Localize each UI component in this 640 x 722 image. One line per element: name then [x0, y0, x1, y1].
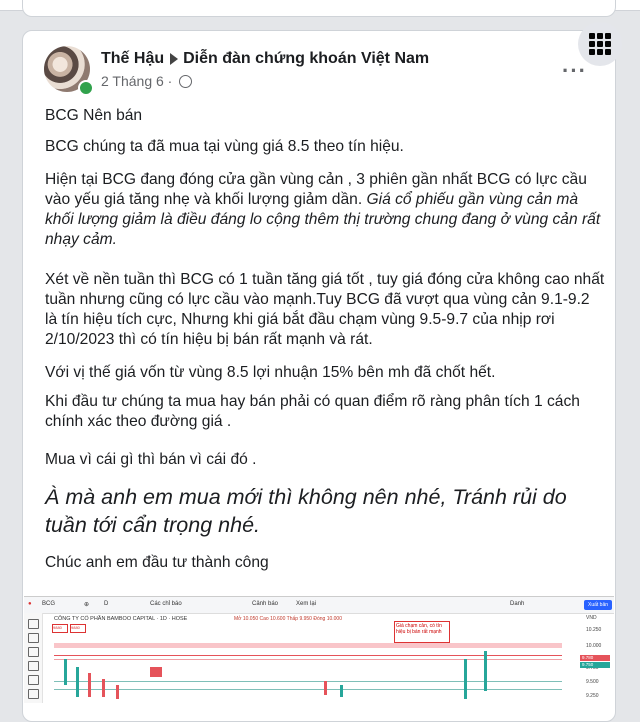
chart-replay: Xem lại — [296, 601, 317, 607]
post-date[interactable]: 2 Tháng 6 · — [101, 73, 172, 89]
post-paragraph: Xét về nền tuần thì BCG có 1 tuần tăng g… — [45, 271, 605, 348]
chart-interval: D — [104, 601, 109, 607]
chart-input: 9880 — [70, 624, 86, 633]
post-paragraph: BCG chúng ta đã mua tại vùng giá 8.5 the… — [45, 138, 404, 155]
chart-indicators: Các chỉ báo — [150, 601, 182, 607]
candle — [64, 659, 67, 685]
axis-tick: 9.250 — [586, 693, 599, 699]
chart-annotation: Giá chạm cản, có tín hiệu bị bán rất mạn… — [394, 621, 450, 643]
candle — [76, 667, 79, 697]
chart-inputs: 9880 9880 — [52, 624, 88, 634]
arrow-right-icon — [170, 52, 179, 65]
candle — [102, 679, 105, 697]
chart-ohlc: Mở 10.050 Cao 10.600 Thấp 9.950 Đóng 10.… — [234, 616, 342, 622]
candle — [324, 681, 327, 695]
candle — [484, 651, 487, 691]
post-paragraph-large: À mà anh em mua mới thì không nên nhé, T… — [45, 485, 567, 537]
more-options-icon[interactable]: ··· — [562, 58, 587, 84]
chart-layout: Danh — [510, 601, 525, 607]
axis-unit: VND — [586, 615, 597, 621]
candle — [340, 685, 343, 697]
candle — [88, 673, 91, 697]
post-paragraph: Khi đầu tư chúng ta mua hay bán phải có … — [45, 393, 580, 430]
price-tag-red: 9.780 — [580, 655, 610, 661]
price-tag-green: 9.750 — [580, 662, 610, 668]
post-header: Thế Hậu Diễn đàn chứng khoán Việt Nam — [101, 50, 429, 68]
post-paragraph: Với vị thế giá vốn từ vùng 8.5 lợi nhuận… — [45, 364, 496, 381]
post-paragraph: Chúc anh em đầu tư thành công — [45, 554, 269, 571]
post-paragraph: BCG Nên bán — [45, 107, 143, 124]
grid-icon — [589, 33, 611, 55]
chart-title: CÔNG TY CỔ PHẦN BAMBOO CAPITAL · 1D · HO… — [54, 616, 188, 622]
chart-input: 9880 — [52, 624, 68, 633]
candle — [464, 659, 467, 699]
chart-drawing-tools — [24, 613, 43, 703]
publish-button: Xuất bản — [584, 600, 612, 610]
attached-chart-image[interactable]: ● BCG ⊕ D Các chỉ báo Cảnh báo Xem lại D… — [24, 596, 614, 703]
post-paragraph: Hiện tại BCG đang đóng cửa gần vùng cản … — [45, 170, 605, 250]
group-name[interactable]: Diễn đàn chứng khoán Việt Nam — [183, 50, 429, 67]
post-paragraph: Mua vì cái gì thì bán vì cái đó . — [45, 451, 257, 468]
author-name[interactable]: Thế Hậu — [101, 50, 164, 67]
candle — [116, 685, 119, 699]
candle — [150, 667, 162, 677]
chart-toolbar: ● BCG ⊕ D Các chỉ báo Cảnh báo Xem lại D… — [24, 597, 614, 614]
chart-alert: Cảnh báo — [252, 601, 279, 607]
chart-symbol: BCG — [42, 601, 56, 607]
post-meta: 2 Tháng 6 · — [101, 73, 193, 89]
axis-tick: 10.250 — [586, 627, 602, 633]
globe-icon — [179, 75, 193, 88]
add-icon: ⊕ — [84, 602, 90, 608]
resistance-band — [54, 643, 562, 648]
axis-tick: 10.000 — [586, 643, 602, 649]
previous-post-edge — [22, 0, 616, 17]
online-status-icon — [78, 80, 94, 96]
logo-icon: ● — [28, 601, 32, 607]
axis-tick: 9.500 — [586, 679, 599, 685]
